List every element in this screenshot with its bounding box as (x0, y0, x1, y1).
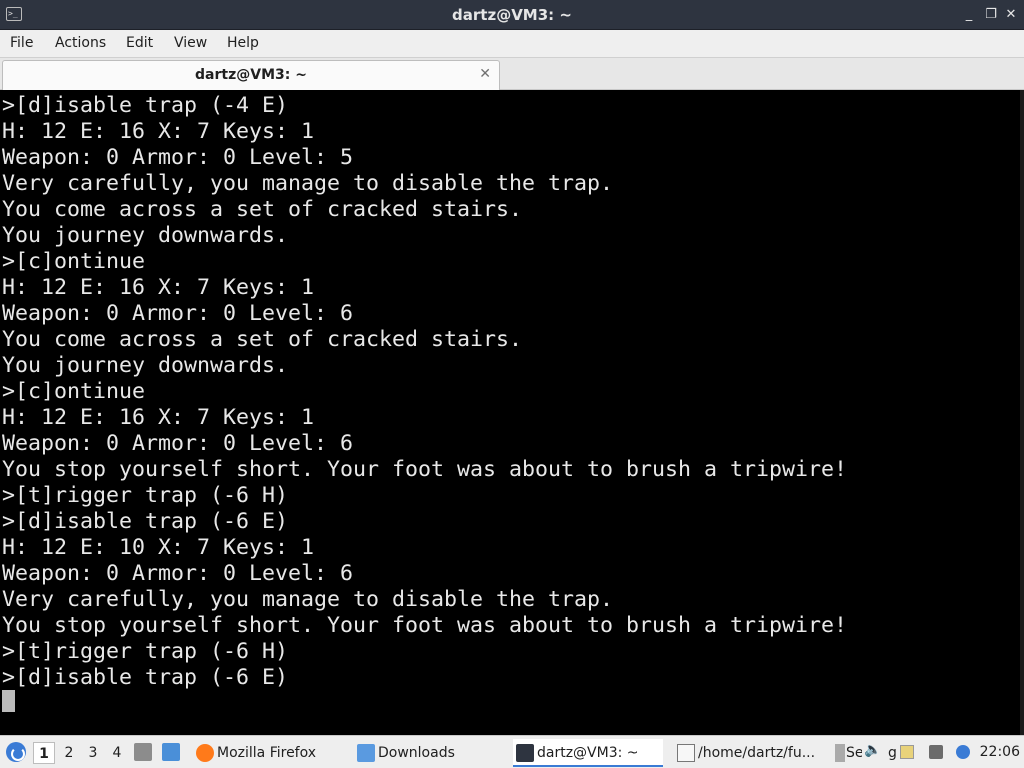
tab-bar: dartz@VM3: ~ ✕ (0, 58, 1024, 90)
terminal-line: You stop yourself short. Your foot was a… (2, 457, 848, 482)
terminal-line: You come across a set of cracked stairs. (2, 197, 523, 222)
task-app-se[interactable]: Se (832, 739, 862, 767)
menu-bar: File Actions Edit View Help (0, 30, 1024, 58)
task-label: Downloads (378, 745, 455, 761)
terminal-line: Weapon: 0 Armor: 0 Level: 6 (2, 561, 354, 586)
document-icon (677, 744, 695, 762)
terminal-line: H: 12 E: 16 X: 7 Keys: 1 (2, 119, 315, 144)
terminal-line: Weapon: 0 Armor: 0 Level: 6 (2, 431, 354, 456)
terminal-line: Weapon: 0 Armor: 0 Level: 5 (2, 145, 354, 170)
terminal-line: You stop yourself short. Your foot was a… (2, 613, 848, 638)
workspace-3[interactable]: 3 (82, 742, 104, 764)
task-editor[interactable]: /home/dartz/fu... (674, 739, 832, 767)
terminal-line: Very carefully, you manage to disable th… (2, 171, 614, 196)
task-label: Se (846, 745, 862, 761)
terminal-line: H: 12 E: 16 X: 7 Keys: 1 (2, 405, 315, 430)
app-icon (835, 744, 845, 762)
terminal-line: You journey downwards. (2, 353, 289, 378)
task-downloads[interactable]: Downloads (354, 739, 504, 767)
menu-edit[interactable]: Edit (126, 35, 153, 51)
terminal-line: >[c]ontinue (2, 379, 146, 404)
firefox-icon (196, 744, 214, 762)
file-manager-launcher-icon[interactable] (134, 743, 152, 761)
task-firefox[interactable]: Mozilla Firefox (193, 739, 343, 767)
terminal-line: >[d]isable trap (-6 E) (2, 665, 289, 690)
close-button[interactable]: ✕ (1002, 6, 1020, 24)
workspace-1[interactable]: 1 (33, 742, 55, 764)
terminal-line: You come across a set of cracked stairs. (2, 327, 523, 352)
window-titlebar[interactable]: >_ dartz@VM3: ~ _ ❐ ✕ (0, 0, 1024, 30)
taskbar: 1 2 3 4 Mozilla Firefox Downloads dartz@… (0, 735, 1024, 768)
terminal-icon (516, 744, 534, 762)
tab-terminal[interactable]: dartz@VM3: ~ ✕ (2, 60, 500, 90)
menu-view[interactable]: View (174, 35, 207, 51)
start-menu-icon[interactable] (6, 742, 26, 762)
task-label: dartz@VM3: ~ (537, 745, 639, 761)
clock[interactable]: 22:06 (980, 736, 1020, 768)
show-desktop-icon[interactable] (162, 743, 180, 761)
task-label: g (888, 745, 897, 761)
volume-icon[interactable]: 🔈 (864, 742, 881, 758)
terminal-line: Very carefully, you manage to disable th… (2, 587, 614, 612)
task-label: /home/dartz/fu... (698, 745, 816, 761)
network-icon[interactable] (929, 745, 943, 759)
task-label: Mozilla Firefox (217, 745, 317, 761)
folder-icon (357, 744, 375, 762)
terminal-output[interactable]: >[d]isable trap (-4 E) H: 12 E: 16 X: 7 … (0, 90, 1024, 735)
terminal-scrollbar[interactable] (1020, 90, 1024, 735)
update-notifier-icon[interactable] (956, 745, 970, 759)
menu-help[interactable]: Help (227, 35, 259, 51)
tab-close-icon[interactable]: ✕ (479, 66, 491, 82)
terminal-line: H: 12 E: 16 X: 7 Keys: 1 (2, 275, 315, 300)
minimize-button[interactable]: _ (960, 6, 978, 24)
menu-actions[interactable]: Actions (55, 35, 106, 51)
terminal-line: >[t]rigger trap (-6 H) (2, 483, 289, 508)
text-cursor (2, 690, 15, 712)
terminal-line: Weapon: 0 Armor: 0 Level: 6 (2, 301, 354, 326)
tab-label: dartz@VM3: ~ (195, 67, 307, 83)
terminal-line: >[d]isable trap (-4 E) (2, 93, 289, 118)
terminal-line: >[t]rigger trap (-6 H) (2, 639, 289, 664)
terminal-line: >[c]ontinue (2, 249, 146, 274)
workspace-4[interactable]: 4 (106, 742, 128, 764)
terminal-line: H: 12 E: 10 X: 7 Keys: 1 (2, 535, 315, 560)
terminal-lines: >[d]isable trap (-4 E) H: 12 E: 16 X: 7 … (2, 93, 847, 691)
workspace-2[interactable]: 2 (58, 742, 80, 764)
window-title: dartz@VM3: ~ (452, 6, 572, 24)
task-terminal[interactable]: dartz@VM3: ~ (513, 739, 663, 767)
menu-file[interactable]: File (10, 35, 33, 51)
clipboard-icon[interactable] (900, 745, 914, 759)
terminal-line: You journey downwards. (2, 223, 289, 248)
terminal-line: >[d]isable trap (-6 E) (2, 509, 289, 534)
maximize-button[interactable]: ❐ (982, 6, 1000, 24)
